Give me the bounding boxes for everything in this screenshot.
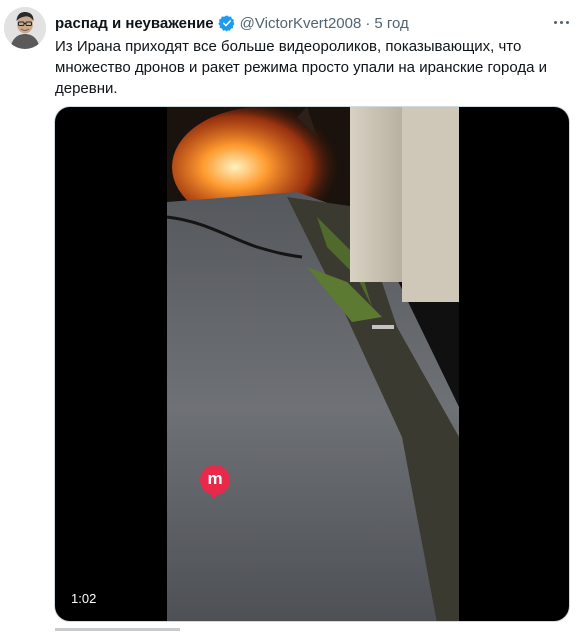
avatar[interactable] bbox=[4, 7, 46, 49]
display-name[interactable]: распад и неуважение bbox=[55, 15, 214, 32]
avatar-image bbox=[4, 7, 46, 49]
video-player[interactable]: m 1:02 bbox=[54, 106, 570, 622]
tweet-text: Из Ирана приходят все больше видеоролико… bbox=[55, 38, 552, 97]
user-handle[interactable]: @VictorKvert2008 bbox=[240, 15, 362, 32]
verified-badge-icon bbox=[218, 14, 236, 32]
tweet-header: распад и неуважение @VictorKvert2008 · 5… bbox=[55, 12, 409, 34]
video-duration: 1:02 bbox=[65, 588, 103, 610]
tweet[interactable]: распад и неуважение @VictorKvert2008 · 5… bbox=[0, 0, 585, 632]
video-frame bbox=[167, 107, 459, 621]
tweet-timestamp[interactable]: 5 год bbox=[374, 15, 408, 32]
separator-dot: · bbox=[365, 14, 371, 32]
more-options-icon[interactable] bbox=[551, 12, 571, 32]
next-tweet-preview bbox=[55, 623, 255, 632]
media-logo-tail bbox=[208, 491, 220, 499]
